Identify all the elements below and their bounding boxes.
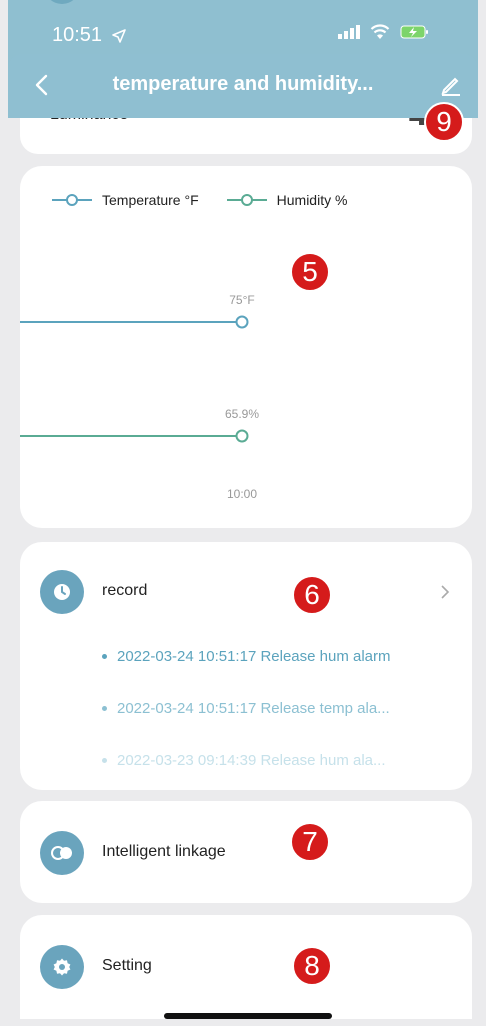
gear-icon — [40, 945, 84, 989]
line-chart: 75°F 65.9% 10:00 — [20, 293, 259, 501]
linkage-icon — [40, 831, 84, 875]
data-point[interactable] — [235, 429, 249, 443]
nav-bar: temperature and humidity... — [8, 54, 478, 118]
wifi-icon — [370, 24, 390, 40]
data-label: 65.9% — [225, 407, 259, 421]
home-indicator — [164, 1013, 332, 1019]
page-title: temperature and humidity... — [112, 73, 374, 95]
record-list-item[interactable]: 2022-03-24 10:51:17 Release hum alarm — [102, 630, 391, 682]
annotation-marker-7: 7 — [290, 822, 330, 862]
chevron-right-icon[interactable] — [440, 584, 450, 600]
record-title: record — [102, 582, 148, 599]
data-point[interactable] — [235, 315, 249, 329]
annotation-marker-9: 9 — [424, 102, 464, 142]
signal-icon — [338, 25, 360, 39]
data-label: 75°F — [229, 293, 254, 307]
setting-label: Setting — [102, 957, 152, 974]
annotation-marker-8: 8 — [292, 946, 332, 986]
location-icon — [111, 28, 126, 43]
record-bullet — [102, 653, 107, 659]
record-bullet — [102, 705, 107, 711]
record-list-item[interactable]: 2022-03-24 10:51:17 Release temp ala... — [102, 682, 391, 734]
record-card[interactable]: record 2022-03-24 10:51:17 Release hum a… — [20, 542, 472, 790]
setting-row[interactable]: Setting — [20, 915, 472, 1019]
battery-icon — [400, 24, 430, 40]
intelligent-linkage-row[interactable]: Intelligent linkage — [20, 801, 472, 903]
record-text: 2022-03-23 09:14:39 Release hum ala... — [117, 751, 386, 769]
intelligent-linkage-label: Intelligent linkage — [102, 843, 226, 860]
annotation-marker-5: 5 — [290, 252, 330, 292]
x-tick-label: 10:00 — [227, 487, 257, 501]
clock-icon — [40, 570, 84, 614]
record-list-item[interactable]: 2022-03-23 09:14:39 Release hum ala... — [102, 734, 391, 786]
camera-notch — [44, 0, 80, 4]
record-bullet — [102, 757, 107, 763]
record-text: 2022-03-24 10:51:17 Release temp ala... — [117, 699, 390, 717]
annotation-marker-6: 6 — [292, 575, 332, 615]
record-text: 2022-03-24 10:51:17 Release hum alarm — [117, 647, 391, 665]
chart-card: Temperature °F Humidity % 75°F 65.9% 10:00 — [20, 166, 472, 528]
record-list: 2022-03-24 10:51:17 Release hum alarm 202… — [102, 630, 391, 786]
status-time: 10:51 — [52, 24, 126, 47]
edit-icon[interactable] — [440, 74, 462, 96]
